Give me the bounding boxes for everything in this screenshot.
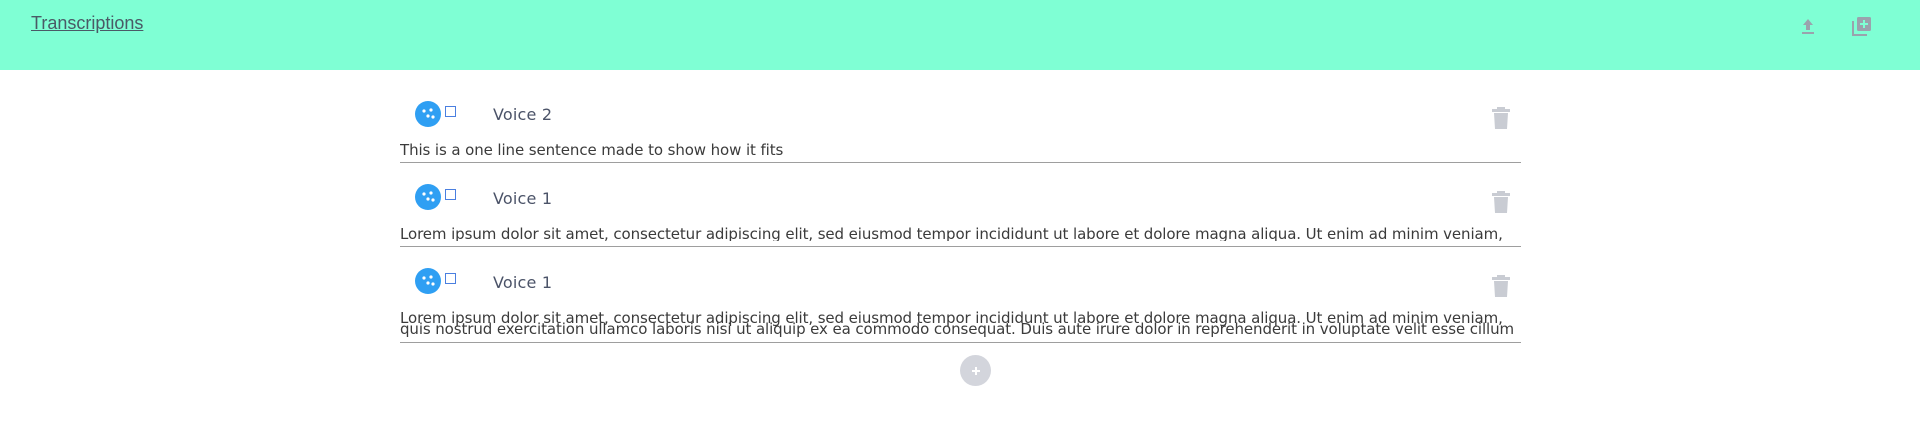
select-checkbox[interactable] [445,106,456,117]
trash-icon[interactable] [1490,274,1512,298]
transcription-text[interactable]: This is a one line sentence made to show… [400,141,1521,159]
voice-name: Voice 1 [493,273,553,292]
voice-reel-icon[interactable] [415,184,441,210]
top-app-bar: Transcriptions [0,0,1920,70]
add-row-button[interactable] [960,355,991,386]
select-checkbox[interactable] [445,273,456,284]
transcription-row: Voice 2 This is a one line sentence made… [400,96,1521,164]
trash-icon[interactable] [1490,106,1512,130]
library-add-icon [1852,17,1871,36]
row-divider [400,246,1521,247]
add-transcription-button[interactable] [1850,14,1874,38]
transcription-text[interactable]: Lorem ipsum dolor sit amet, consectetur … [400,225,1521,241]
transcription-row: Voice 1 Lorem ipsum dolor sit amet, cons… [400,264,1521,344]
row-divider [400,162,1521,163]
voice-name: Voice 1 [493,189,553,208]
voice-name: Voice 2 [493,105,553,124]
voice-reel-icon[interactable] [415,268,441,294]
upload-icon [1802,19,1814,34]
page-title-link[interactable]: Transcriptions [31,13,143,34]
voice-reel-icon[interactable] [415,101,441,127]
row-divider [400,342,1521,343]
trash-icon[interactable] [1490,190,1512,214]
upload-button[interactable] [1796,14,1820,38]
plus-icon [971,366,980,375]
select-checkbox[interactable] [445,189,456,200]
transcription-text[interactable]: quis nostrud exercitation ullamco labori… [400,320,1521,338]
transcription-row: Voice 1 Lorem ipsum dolor sit amet, cons… [400,180,1521,248]
